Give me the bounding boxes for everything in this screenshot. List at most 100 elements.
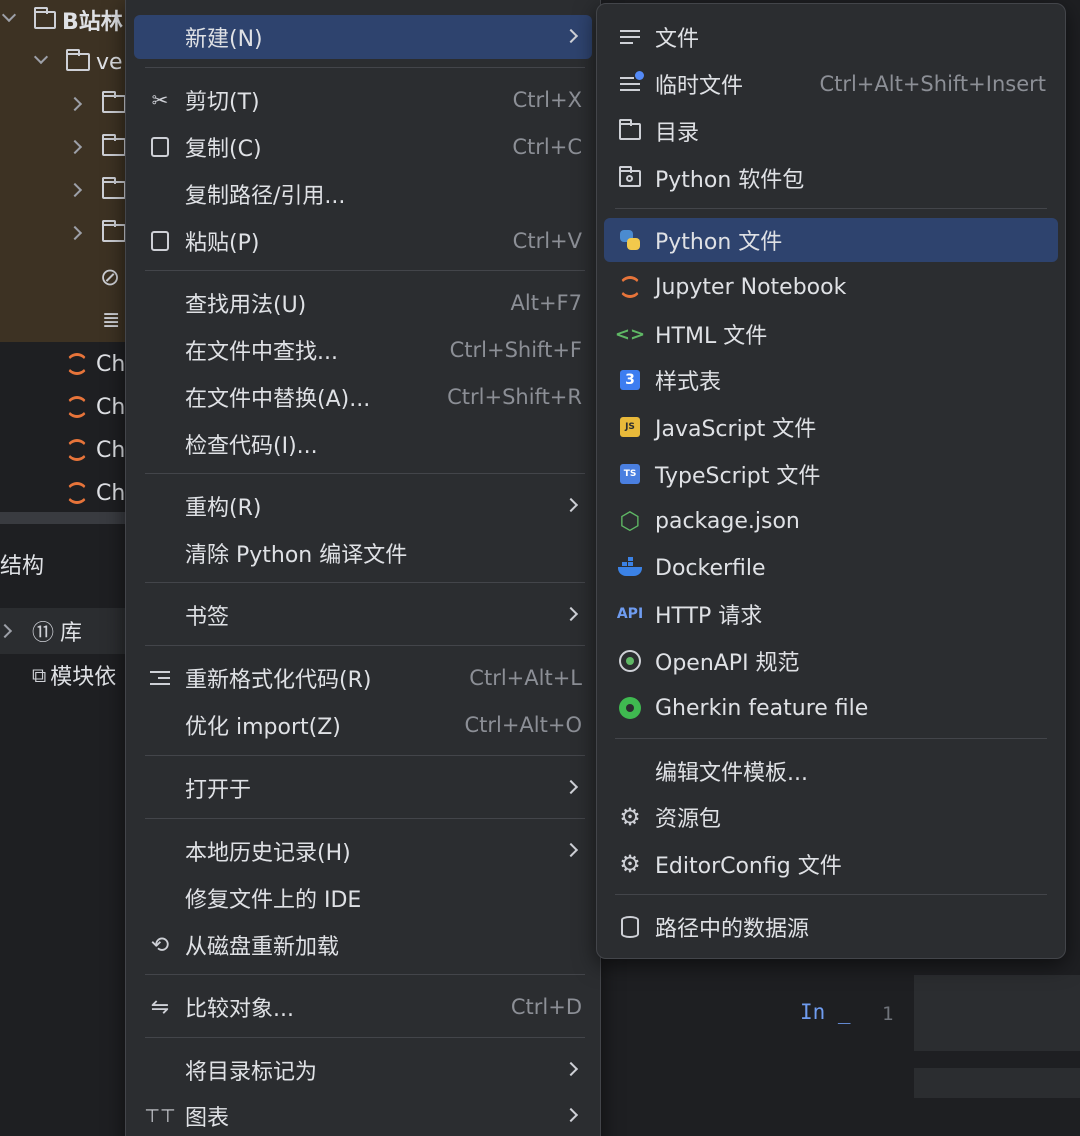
chevron-right-icon[interactable] [0, 624, 14, 638]
menu-item-label: 新建(N) [185, 27, 263, 52]
menu-item-label: HTTP 请求 [655, 604, 763, 629]
text-file-icon: ≣ [102, 307, 121, 333]
menu-item-label: 剪切(T) [185, 90, 260, 115]
menu-divider [145, 473, 585, 474]
css-icon: 3 [616, 366, 644, 394]
menu-divider [615, 208, 1047, 209]
chevron-right-icon[interactable] [70, 140, 84, 154]
api-icon: API [616, 606, 644, 622]
new-dockerfile-item[interactable]: Dockerfile [604, 546, 1058, 590]
docker-icon [616, 554, 644, 582]
code-cell[interactable] [914, 1068, 1080, 1098]
menu-divider [145, 755, 585, 756]
menu-item-reformat[interactable]: 重新格式化代码(R) Ctrl+Alt+L [134, 656, 592, 700]
new-resource-bundle-item[interactable]: ⚙ 资源包 [604, 795, 1058, 839]
menu-divider [145, 974, 585, 975]
tree-subfolder-row[interactable] [70, 84, 126, 124]
new-scratch-file-item[interactable]: 临时文件 Ctrl+Alt+Shift+Insert [604, 62, 1058, 106]
chevron-right-icon[interactable] [70, 183, 84, 197]
new-html-file-item[interactable]: <> HTML 文件 [604, 312, 1058, 356]
nodejs-icon: ⬡ [619, 507, 641, 535]
menu-item-optimize-imports[interactable]: 优化 import(Z) Ctrl+Alt+O [134, 703, 592, 747]
menu-item-diagrams[interactable]: ⊤⊤ 图表 [134, 1094, 592, 1136]
menu-item-open-in[interactable]: 打开于 [134, 766, 592, 810]
new-stylesheet-item[interactable]: 3 样式表 [604, 358, 1058, 402]
menu-item-compare-with[interactable]: ⇋ 比较对象... Ctrl+D [134, 985, 592, 1029]
cell-prompt: In _ [800, 1000, 851, 1024]
menu-item-reload-from-disk[interactable]: ⟲ 从磁盘重新加载 [134, 923, 592, 967]
tree-subfolder-row[interactable] [70, 170, 126, 210]
folder-icon [102, 177, 126, 199]
menu-item-find-usages[interactable]: 查找用法(U) Alt+F7 [134, 281, 592, 325]
structure-panel-title: 结构 [0, 554, 45, 579]
new-jupyter-notebook-item[interactable]: Jupyter Notebook [604, 265, 1058, 309]
menu-item-bookmarks[interactable]: 书签 [134, 593, 592, 637]
menu-item-mark-directory[interactable]: 将目录标记为 [134, 1048, 592, 1092]
tree-subfolder-row[interactable] [70, 213, 126, 253]
chevron-right-icon[interactable] [70, 97, 84, 111]
new-editorconfig-item[interactable]: ⚙ EditorConfig 文件 [604, 842, 1058, 886]
scissors-icon: ✂ [151, 88, 169, 112]
tree-file-row[interactable]: Ch [66, 473, 125, 513]
tree-file-row[interactable]: Ch [66, 344, 125, 384]
menu-item-label: 重构(R) [185, 496, 262, 521]
menu-item-label: 资源包 [655, 807, 722, 832]
lib-row[interactable]: ⑪ 库 [0, 611, 82, 651]
module-row[interactable]: ⧉ 模块依 [32, 655, 116, 695]
new-openapi-spec-item[interactable]: OpenAPI 规范 [604, 639, 1058, 683]
new-python-package-item[interactable]: Python 软件包 [604, 156, 1058, 200]
tree-file-row[interactable]: Ch [66, 430, 125, 470]
tree-folder-row[interactable]: ve [34, 42, 123, 82]
chevron-right-icon [563, 842, 579, 858]
menu-item-copy[interactable]: 复制(C) Ctrl+C [134, 125, 592, 169]
menu-item-repair-ide[interactable]: 修复文件上的 IDE [134, 876, 592, 920]
new-package-json-item[interactable]: ⬡ package.json [604, 499, 1058, 543]
menu-item-label: 重新格式化代码(R) [185, 668, 372, 693]
menu-item-new[interactable]: 新建(N) [134, 15, 592, 59]
context-menu: 新建(N) ✂ 剪切(T) Ctrl+X 复制(C) Ctrl+C 复制路径/引… [125, 0, 601, 1136]
chevron-down-icon[interactable] [34, 52, 48, 66]
edit-file-templates-item[interactable]: 编辑文件模板... [604, 749, 1058, 793]
tree-subfolder-row[interactable] [70, 127, 126, 167]
new-http-request-item[interactable]: API HTTP 请求 [604, 592, 1058, 636]
chevron-down-icon[interactable] [2, 10, 16, 24]
menu-item-label: JavaScript 文件 [655, 417, 817, 442]
new-directory-item[interactable]: 目录 [604, 109, 1058, 153]
tree-file-row[interactable]: Ch [66, 387, 125, 427]
menu-item-shortcut: Ctrl+X [512, 88, 582, 112]
menu-item-label: package.json [655, 508, 800, 534]
new-python-file-item[interactable]: Python 文件 [604, 218, 1058, 262]
menu-item-inspect-code[interactable]: 检查代码(I)... [134, 422, 592, 466]
new-typescript-file-item[interactable]: TS TypeScript 文件 [604, 452, 1058, 496]
menu-item-label: 将目录标记为 [185, 1060, 318, 1085]
tree-root-row[interactable]: B站林 [0, 0, 123, 40]
menu-item-refactor[interactable]: 重构(R) [134, 484, 592, 528]
data-source-in-path-item[interactable]: 路径中的数据源 [604, 905, 1058, 949]
menu-item-label: Dockerfile [655, 555, 766, 581]
menu-item-label: 清除 Python 编译文件 [185, 543, 408, 568]
menu-item-cut[interactable]: ✂ 剪切(T) Ctrl+X [134, 78, 592, 122]
html-icon: <> [614, 323, 646, 345]
panel-splitter[interactable] [0, 512, 130, 524]
menu-divider [145, 645, 585, 646]
menu-item-local-history[interactable]: 本地历史记录(H) [134, 829, 592, 873]
menu-item-label: 复制路径/引用... [185, 184, 346, 209]
chevron-right-icon [563, 606, 579, 622]
menu-item-copy-path[interactable]: 复制路径/引用... [134, 172, 592, 216]
menu-item-replace-in-files[interactable]: 在文件中替换(A)... Ctrl+Shift+R [134, 375, 592, 419]
gear-icon: ⚙ [619, 850, 641, 878]
menu-item-label: 优化 import(Z) [185, 715, 341, 740]
menu-item-paste[interactable]: 粘贴(P) Ctrl+V [134, 219, 592, 263]
new-gherkin-feature-item[interactable]: Gherkin feature file [604, 686, 1058, 730]
menu-item-clean-python[interactable]: 清除 Python 编译文件 [134, 531, 592, 575]
gear-icon: ⚙ [619, 803, 641, 831]
line-number: 1 [882, 1003, 894, 1025]
menu-divider [615, 738, 1047, 739]
new-file-item[interactable]: 文件 [604, 15, 1058, 59]
code-cell[interactable] [914, 975, 1080, 1051]
folder-icon [102, 91, 126, 113]
chevron-right-icon[interactable] [70, 226, 84, 240]
menu-item-label: 目录 [655, 121, 700, 146]
menu-item-find-in-files[interactable]: 在文件中查找... Ctrl+Shift+F [134, 328, 592, 372]
new-javascript-file-item[interactable]: JS JavaScript 文件 [604, 405, 1058, 449]
